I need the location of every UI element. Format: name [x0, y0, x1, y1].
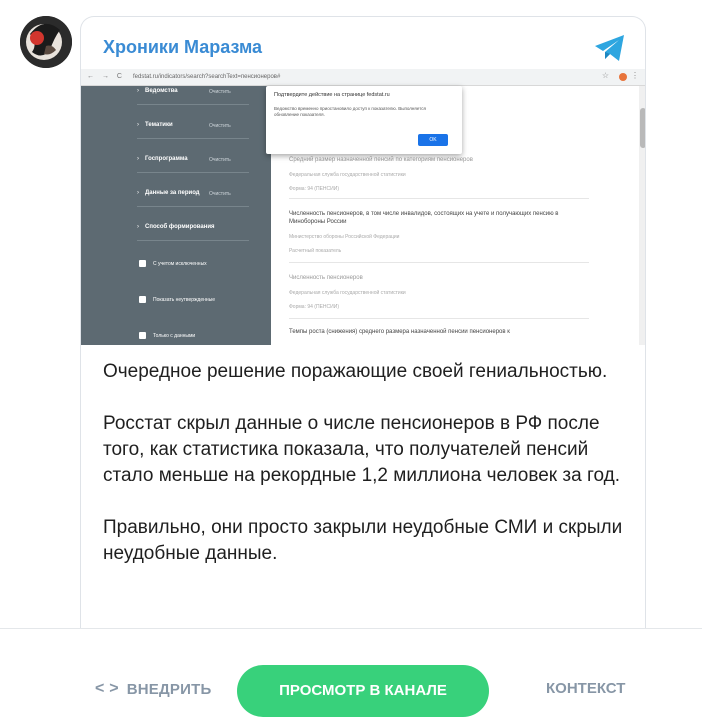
dialog-title: Подтвердите действие на странице fedstat… — [274, 92, 390, 98]
browser-url: fedstat.ru/indicators/search?searchText=… — [133, 74, 281, 80]
result-form: Форма: 94 (ПЕНСИИ) — [289, 186, 339, 192]
post-card: Хроники Маразма ← → C fedstat.ru/indicat… — [80, 16, 646, 628]
result-form: Расчетный показатель — [289, 248, 342, 254]
post-image[interactable]: ← → C fedstat.ru/indicators/search?searc… — [81, 69, 645, 345]
divider — [289, 198, 589, 199]
checkbox — [139, 260, 146, 267]
channel-name[interactable]: Хроники Маразма — [103, 37, 262, 58]
clear-link: Очистить — [209, 191, 231, 197]
context-button[interactable]: КОНТЕКСТ — [546, 680, 625, 697]
post-paragraph: Правильно, они просто закрыли неудобные … — [103, 517, 623, 564]
result-title: Численность пенсионеров, в том числе инв… — [289, 211, 559, 225]
sidebar-row: › Тематики — [137, 122, 173, 128]
divider — [137, 240, 249, 241]
scrollbar-thumb — [640, 108, 645, 148]
result-form: Форма: 94 (ПЕНСИИ) — [289, 304, 339, 310]
result-source: Федеральная служба государственной стати… — [289, 172, 406, 178]
filter-sidebar: › Ведомства Очистить › Тематики Очистить ›… — [81, 86, 271, 345]
dialog-text: Ведомство временно приостановило доступ … — [274, 106, 426, 117]
telegram-icon[interactable] — [593, 33, 627, 63]
post-text: Очередное решение поражающие своей гениа… — [103, 359, 633, 593]
result-source: Федеральная служба государственной стати… — [289, 290, 406, 296]
confirm-dialog: Подтвердите действие на странице fedstat… — [266, 86, 462, 154]
checkbox — [139, 332, 146, 339]
embed-label: ВНЕДРИТЬ — [126, 680, 212, 698]
sidebar-row: › Госпрограмма — [137, 156, 188, 162]
channel-avatar[interactable] — [20, 16, 72, 68]
divider — [137, 104, 249, 105]
embed-button[interactable]: < > ВНЕДРИТЬ — [95, 680, 211, 698]
divider — [137, 172, 249, 173]
checkbox-label: С учетом исключенных — [153, 261, 207, 267]
post-paragraph: Росстат скрыл данные о числе пенсионеров… — [103, 413, 620, 486]
code-brackets-icon: < > — [95, 680, 119, 697]
browser-toolbar: ← → C fedstat.ru/indicators/search?searc… — [81, 69, 645, 86]
dialog-ok-button: OK — [418, 134, 448, 146]
clear-link: Очистить — [209, 89, 231, 95]
browser-nav-icons: ← → C — [87, 73, 125, 80]
bookmark-star-icon: ☆ — [601, 71, 609, 80]
clear-link: Очистить — [209, 157, 231, 163]
sidebar-row: › Ведомства — [137, 88, 178, 94]
result-source: Министерство обороны Российской Федераци… — [289, 234, 400, 240]
clear-link: Очистить — [209, 123, 231, 129]
extension-icon — [619, 73, 627, 81]
avatar-image — [20, 16, 72, 68]
view-in-channel-button[interactable]: ПРОСМОТР В КАНАЛЕ — [237, 665, 489, 717]
result-title: Темпы роста (снижения) среднего размера … — [289, 329, 510, 335]
divider — [289, 262, 589, 263]
divider — [137, 138, 249, 139]
divider — [289, 318, 589, 319]
divider — [137, 206, 249, 207]
post-paragraph: Очередное решение поражающие своей гениа… — [103, 361, 608, 382]
checkbox — [139, 296, 146, 303]
checkbox-label: Показать неутвержденные — [153, 297, 216, 303]
result-title: Средний размер назначенной пенсий по кат… — [289, 157, 473, 163]
scrollbar — [639, 86, 645, 345]
menu-dots-icon: ⋮ — [631, 71, 639, 80]
checkbox-label: Только с данными — [153, 333, 196, 339]
sidebar-row: › Данные за период — [137, 190, 200, 196]
footer-divider — [0, 628, 702, 629]
sidebar-row: › Способ формирования — [137, 224, 215, 230]
result-title: Численность пенсионеров — [289, 275, 363, 281]
